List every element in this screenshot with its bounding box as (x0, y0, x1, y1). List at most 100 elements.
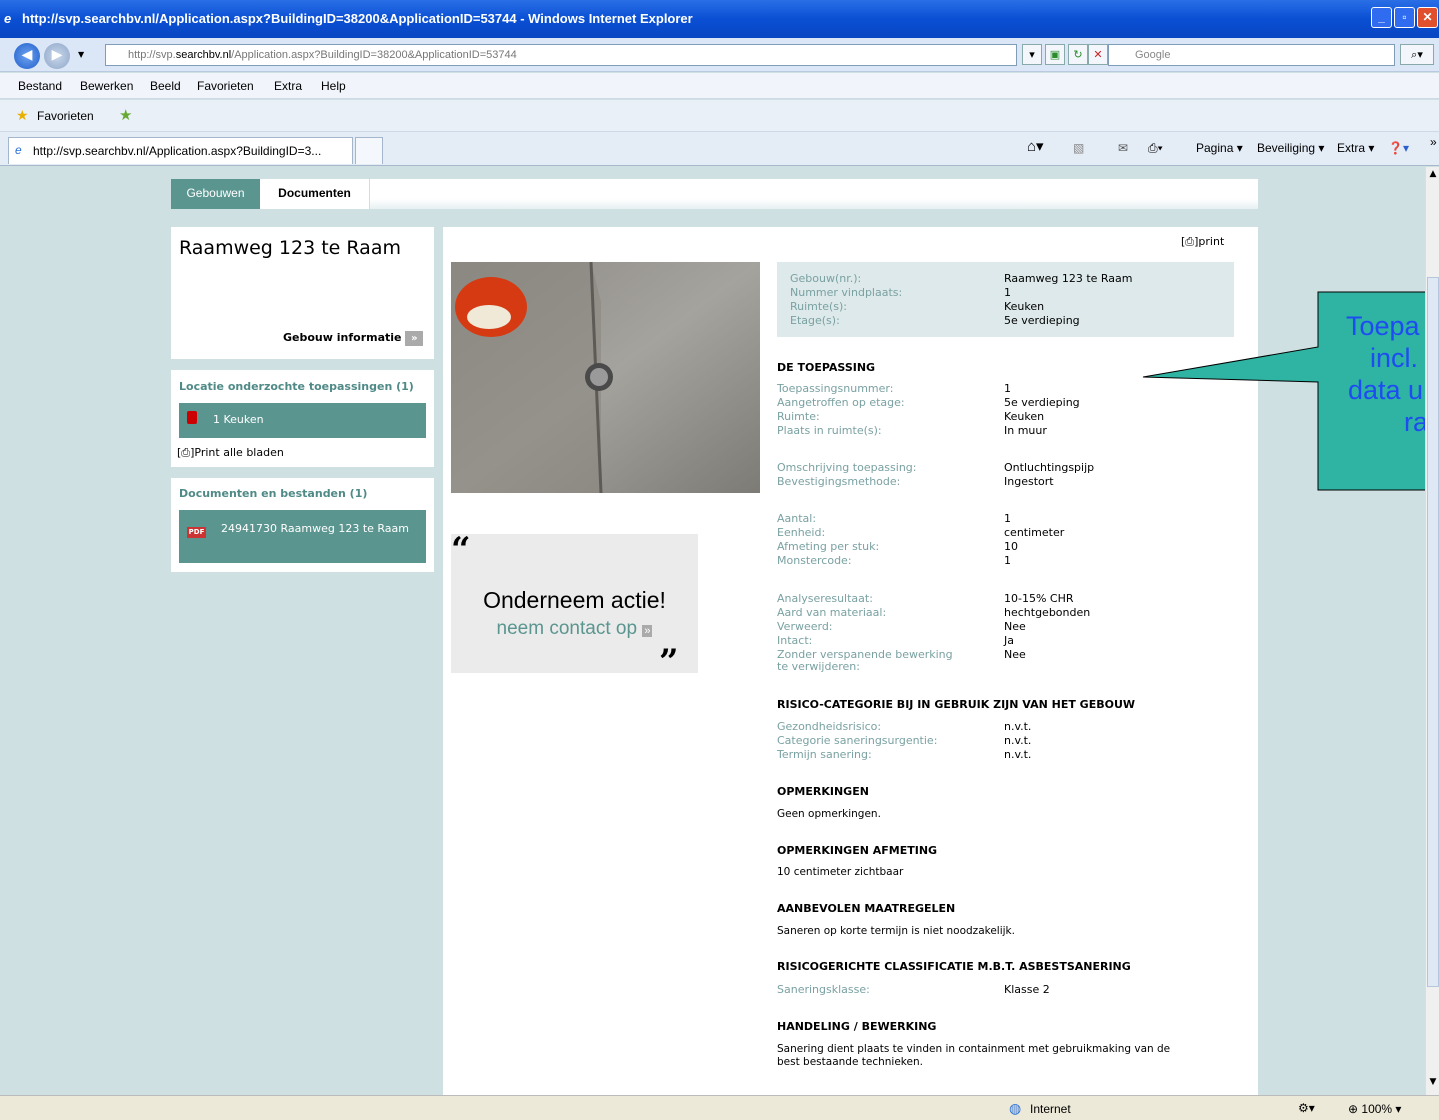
field-value: 1 (1004, 512, 1011, 525)
favorites-bar: ★ Favorieten ★ (0, 100, 1439, 132)
contact-link-label: neem contact op (496, 618, 638, 639)
address-dropdown-icon[interactable]: ▾ (1022, 44, 1042, 65)
minimize-button[interactable]: _ (1371, 7, 1392, 28)
field-value: 10-15% CHR (1004, 592, 1074, 605)
browser-tab-row: e http://svp.searchbv.nl/Application.asp… (0, 132, 1439, 166)
field-value: n.v.t. (1004, 748, 1032, 761)
building-info-label: Gebouw informatie (283, 331, 402, 344)
history-dropdown-icon[interactable]: ▼ (78, 50, 84, 59)
close-button[interactable]: ✕ (1417, 7, 1438, 28)
lock-icon (187, 411, 197, 424)
menu-bestand[interactable]: Bestand (18, 79, 62, 93)
action-box: “ ” Onderneem actie! neem contact op » (451, 530, 698, 682)
locations-heading: Locatie onderzochte toepassingen (1) (179, 380, 414, 393)
field-value: Ingestort (1004, 475, 1054, 488)
security-menu[interactable]: Beveiliging ▾ (1257, 141, 1324, 155)
summary-value: 1 (1004, 286, 1011, 299)
page-menu[interactable]: Pagina ▾ (1196, 141, 1243, 155)
maximize-button[interactable]: ▫ (1394, 7, 1415, 28)
section-heading: HANDELING / BEWERKING (777, 1020, 937, 1033)
favorites-button[interactable]: Favorieten (37, 109, 94, 123)
field-key: Omschrijving toepassing: (777, 461, 917, 474)
address-toolbar: ◀ ▶ ▼ http://svp.searchbv.nl/Application… (0, 38, 1439, 72)
summary-key: Etage(s): (790, 314, 840, 327)
field-key: Aantal: (777, 512, 817, 525)
menu-help[interactable]: Help (321, 79, 346, 93)
address-input[interactable]: http://svp.searchbv.nl/Application.aspx?… (105, 44, 1017, 66)
section-text: best bestaande technieken. (777, 1056, 923, 1068)
print-link[interactable]: [⎙]print (1181, 235, 1224, 249)
extra-menu[interactable]: Extra ▾ (1337, 141, 1374, 155)
page-viewport: Gebouwen Documenten Raamweg 123 te Raam … (8, 167, 1425, 1095)
field-key: Analyseresultaat: (777, 592, 873, 605)
callout-line: Toepa (1346, 311, 1420, 341)
print-all-link[interactable]: [⎙]Print alle bladen (177, 446, 284, 460)
more-chevron-icon[interactable]: » (1430, 135, 1437, 149)
help-icon[interactable]: ❓▾ (1388, 141, 1409, 155)
home-icon[interactable]: ⌂▾ (1027, 137, 1044, 155)
locations-box: Locatie onderzochte toepassingen (1) 1 K… (171, 370, 434, 467)
field-key: Monstercode: (777, 554, 852, 567)
browser-tab-active[interactable]: e http://svp.searchbv.nl/Application.asp… (8, 137, 353, 164)
zoom-control[interactable]: ⊕ 100% ▾ (1348, 1102, 1401, 1116)
menu-bar: Bestand Bewerken Beeld Favorieten Extra … (0, 73, 1439, 99)
document-item[interactable]: PDF 24941730 Raamweg 123 te Raam (179, 510, 426, 563)
field-key: Categorie saneringsurgentie: (777, 734, 938, 747)
summary-value: 5e verdieping (1004, 314, 1080, 327)
field-key: Aangetroffen op etage: (777, 396, 905, 409)
section-text: Geen opmerkingen. (777, 808, 881, 820)
section-heading: OPMERKINGEN AFMETING (777, 844, 938, 857)
field-value: centimeter (1004, 526, 1065, 539)
field-value: n.v.t. (1004, 734, 1032, 747)
callout-line: incl. (1370, 343, 1419, 373)
building-box: Raamweg 123 te Raam Gebouw informatie » (171, 227, 434, 359)
search-icon[interactable]: ⌕▾ (1400, 44, 1434, 65)
document-item-label: 24941730 Raamweg 123 te Raam (221, 522, 409, 535)
action-title: Onderneem actie! (483, 587, 666, 613)
scrollbar-thumb[interactable] (1427, 277, 1439, 987)
window-title: http://svp.searchbv.nl/Application.aspx?… (22, 11, 693, 26)
forward-arrow-icon[interactable]: ▶ (44, 43, 70, 69)
field-value: 5e verdieping (1004, 396, 1080, 409)
new-tab-button[interactable] (355, 137, 383, 164)
field-value: Nee (1004, 648, 1026, 661)
extra-menu-label: Extra (1337, 141, 1366, 155)
field-value: 1 (1004, 382, 1011, 395)
refresh-icon[interactable]: ↻ (1068, 44, 1088, 65)
menu-beeld[interactable]: Beeld (150, 79, 181, 93)
main-content: [⎙]print “ ” Onderneem actie! neem conta… (443, 227, 1258, 1095)
menu-favorieten[interactable]: Favorieten (197, 79, 254, 93)
search-input[interactable]: Google (1108, 44, 1395, 66)
menu-bewerken[interactable]: Bewerken (80, 79, 133, 93)
scroll-down-icon[interactable]: ▼ (1427, 1077, 1439, 1091)
vertical-scrollbar[interactable]: ▲ ▼ (1425, 167, 1439, 1095)
section-text: Sanering dient plaats te vinden in conta… (777, 1043, 1171, 1055)
feeds-icon[interactable]: ▧ (1073, 141, 1084, 155)
location-item[interactable]: 1 Keuken (179, 403, 426, 438)
add-favorite-icon[interactable]: ★ (119, 106, 132, 124)
printer-icon[interactable]: ⎙▾ (1148, 141, 1163, 156)
protected-mode-icon[interactable]: ⚙▾ (1298, 1101, 1315, 1115)
compatibility-icon[interactable]: ▣ (1045, 44, 1065, 65)
status-bar: ◍ Internet ⚙▾ ⊕ 100% ▾ (0, 1095, 1439, 1120)
section-text: 10 centimeter zichtbaar (777, 866, 904, 878)
status-zone: Internet (1030, 1102, 1071, 1116)
scroll-up-icon[interactable]: ▲ (1427, 169, 1439, 183)
contact-link[interactable]: neem contact op » (451, 618, 698, 640)
tab-gebouwen[interactable]: Gebouwen (171, 179, 260, 209)
back-arrow-icon[interactable]: ◀ (14, 43, 40, 69)
section-heading: RISICO-CATEGORIE BIJ IN GEBRUIK ZIJN VAN… (777, 698, 1136, 711)
section-heading: AANBEVOLEN MAATREGELEN (777, 902, 956, 915)
chevron-right-icon: » (642, 625, 653, 637)
open-quote-icon: “ (451, 530, 471, 570)
tab-documenten[interactable]: Documenten (260, 179, 370, 209)
section-text: Saneren op korte termijn is niet noodzak… (777, 925, 1015, 937)
section-heading: OPMERKINGEN (777, 785, 869, 798)
menu-extra[interactable]: Extra (274, 79, 302, 93)
mail-icon[interactable]: ✉ (1118, 141, 1128, 155)
field-key: Bevestigingsmethode: (777, 475, 901, 488)
stop-icon[interactable]: ✕ (1088, 44, 1108, 65)
callout-line: ra (1404, 407, 1425, 437)
building-info-link[interactable]: Gebouw informatie » (283, 331, 424, 346)
field-value: Klasse 2 (1004, 983, 1050, 996)
